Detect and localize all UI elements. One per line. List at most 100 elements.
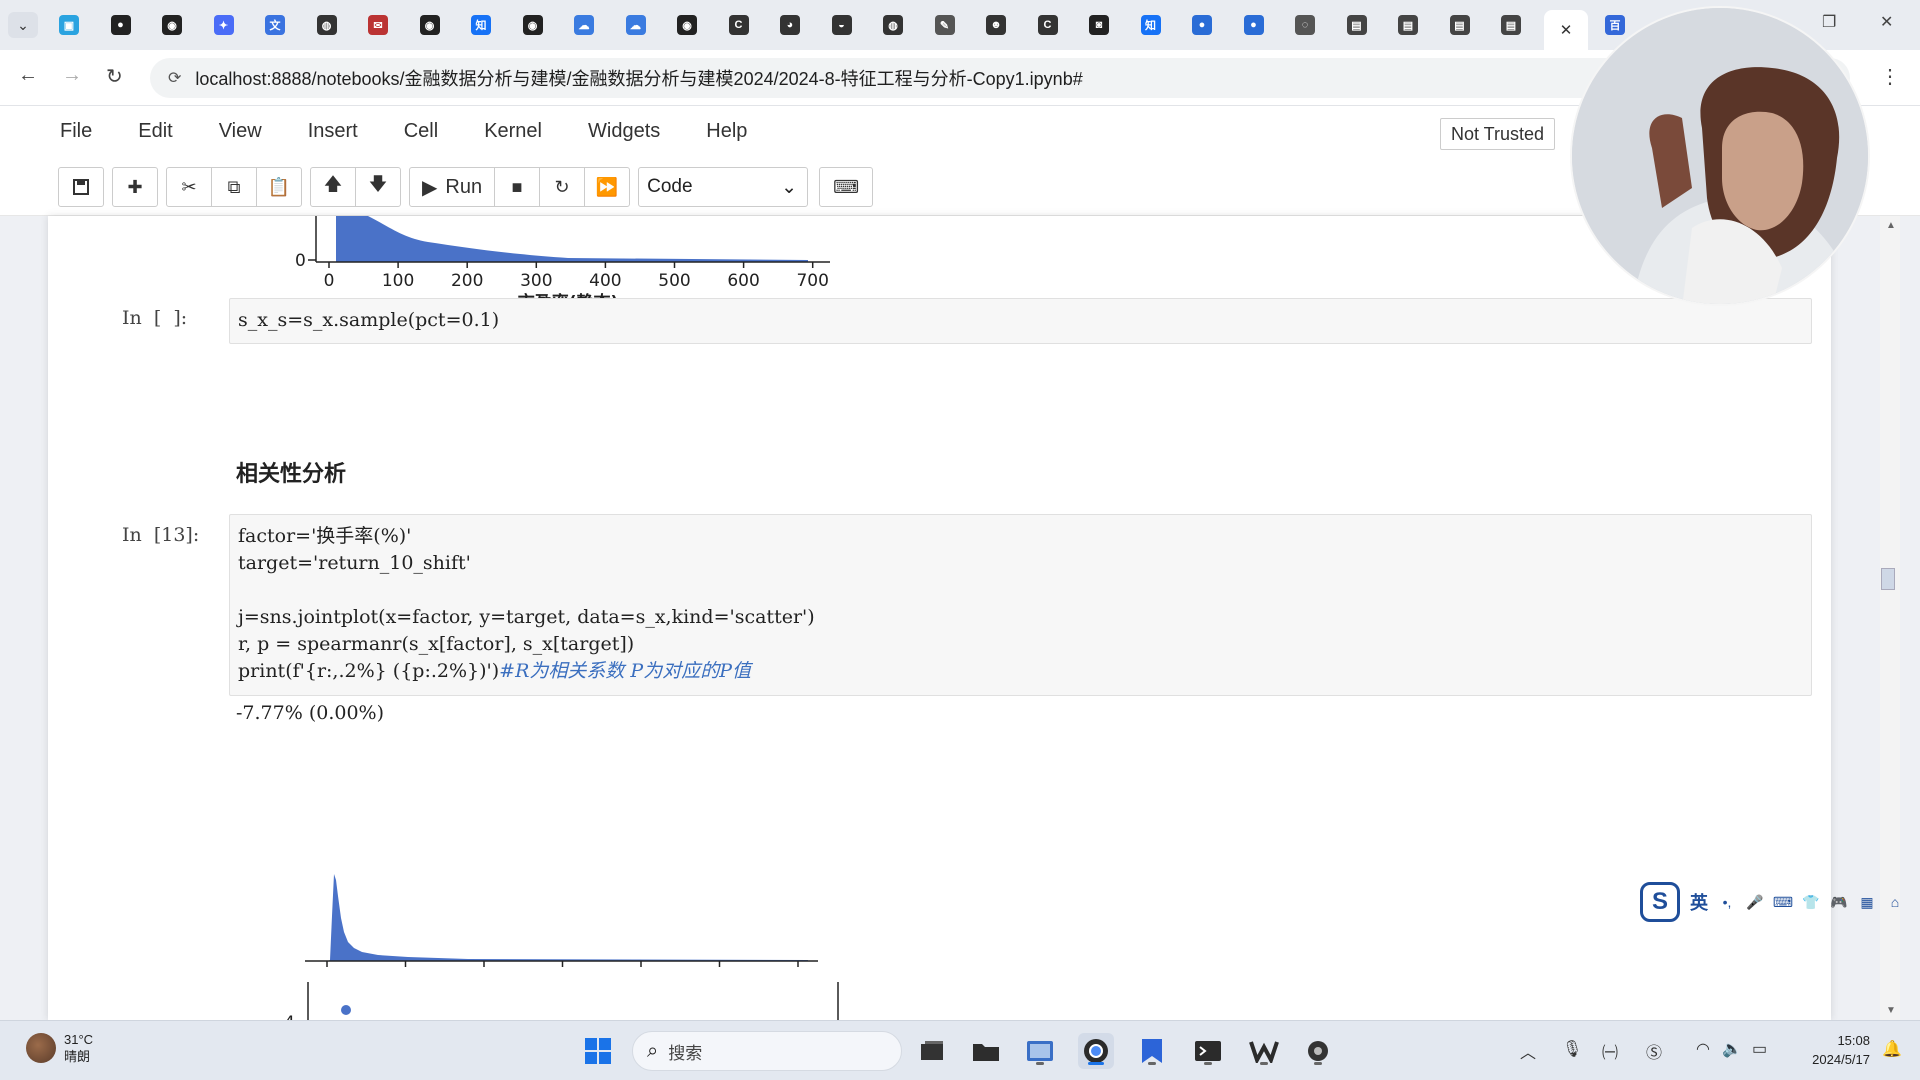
chrome-app-button[interactable] <box>1078 1033 1114 1069</box>
browser-tab[interactable]: ☁ <box>569 10 599 40</box>
code-cell-correlation[interactable]: factor='换手率(%)' target='return_10_shift'… <box>229 514 1812 696</box>
browser-tab[interactable]: C <box>724 10 754 40</box>
command-palette-button[interactable]: ⌨ <box>819 167 874 207</box>
interrupt-button[interactable]: ■ <box>494 167 541 207</box>
browser-tab[interactable]: ✎ <box>930 10 960 40</box>
menu-file[interactable]: File <box>60 120 92 143</box>
scroll-down-icon[interactable]: ▼ <box>1886 1005 1896 1016</box>
browser-tab[interactable]: ● <box>1187 10 1217 40</box>
browser-tab[interactable]: ◍ <box>312 10 342 40</box>
browser-tab[interactable]: ● <box>106 10 136 40</box>
volume-icon[interactable]: 🔈 <box>1722 1039 1742 1059</box>
paste-button[interactable]: 📋 <box>256 167 302 207</box>
weather-widget[interactable]: 31°C 晴朗 <box>26 1031 93 1065</box>
wps-app-button[interactable] <box>1246 1033 1282 1069</box>
code-cell-sample[interactable]: s_x_s=s_x.sample(pct=0.1) <box>229 298 1812 344</box>
photos-app-button[interactable] <box>1022 1033 1058 1069</box>
wifi-icon[interactable]: ◠ <box>1696 1039 1710 1059</box>
feishu-app-button[interactable] <box>1134 1033 1170 1069</box>
browser-tab[interactable]: 知 <box>1136 10 1166 40</box>
browser-tab[interactable]: ◉ <box>415 10 445 40</box>
scroll-up-icon[interactable]: ▲ <box>1886 220 1896 231</box>
file-explorer-button[interactable] <box>968 1033 1004 1069</box>
close-tab-icon[interactable]: ✕ <box>1560 21 1573 39</box>
menu-insert[interactable]: Insert <box>308 120 358 143</box>
browser-tab[interactable]: ◙ <box>1084 10 1114 40</box>
site-info-icon[interactable]: ⟳ <box>168 68 181 88</box>
microphone-tray-icon[interactable]: 🎙 <box>1562 1039 1582 1059</box>
restore-window-icon[interactable]: ❐ <box>1822 12 1836 32</box>
tab-list-dropdown[interactable]: ⌄ <box>8 12 38 38</box>
browser-tab[interactable]: ◒ <box>827 10 857 40</box>
settings-icon[interactable]: ⌂ <box>1886 893 1904 911</box>
browser-tab[interactable]: 知 <box>466 10 496 40</box>
menu-cell[interactable]: Cell <box>404 120 438 143</box>
skin-icon[interactable]: 👕 <box>1802 893 1820 911</box>
ime-tray-icon[interactable]: ㈠ <box>1602 1039 1618 1063</box>
browser-tab[interactable]: ◕ <box>775 10 805 40</box>
sogou-tray-icon[interactable]: Ⓢ <box>1646 1039 1662 1063</box>
game-icon[interactable]: 🎮 <box>1830 893 1848 911</box>
move-down-button[interactable]: 🡇 <box>355 167 401 207</box>
browser-tab[interactable]: ▤ <box>1393 10 1423 40</box>
browser-menu-icon[interactable]: ⋮ <box>1880 64 1900 89</box>
move-up-button[interactable]: 🡅 <box>310 167 356 207</box>
microphone-icon[interactable]: 🎤 <box>1746 893 1764 911</box>
menu-view[interactable]: View <box>219 120 262 143</box>
browser-tab[interactable]: ◉ <box>672 10 702 40</box>
restart-button[interactable]: ↻ <box>539 167 586 207</box>
browser-tab[interactable]: ◌ <box>1290 10 1320 40</box>
run-button[interactable]: ▶ Run <box>409 167 496 207</box>
cut-button[interactable]: ✂ <box>166 167 212 207</box>
menu-edit[interactable]: Edit <box>138 120 172 143</box>
keyboard-icon[interactable]: ⌨ <box>1773 893 1793 911</box>
ime-mode[interactable]: 英 <box>1690 889 1708 915</box>
restart-run-all-button[interactable]: ⏩ <box>584 167 631 207</box>
obs-app-button[interactable] <box>1300 1033 1336 1069</box>
browser-tab[interactable]: ◉ <box>157 10 187 40</box>
menu-kernel[interactable]: Kernel <box>484 120 542 143</box>
cell-prompt: In [13]: <box>122 524 200 546</box>
copy-button[interactable]: ⧉ <box>211 167 257 207</box>
browser-tab[interactable]: ▤ <box>1496 10 1526 40</box>
show-hidden-icons-icon[interactable]: ︿ <box>1520 1039 1536 1063</box>
scrollbar-thumb[interactable] <box>1881 568 1895 590</box>
browser-tab[interactable]: ☻ <box>981 10 1011 40</box>
browser-tab[interactable]: ● <box>1239 10 1269 40</box>
browser-tab[interactable]: ☁ <box>621 10 651 40</box>
browser-tab[interactable]: ▣ <box>54 10 84 40</box>
active-tab[interactable]: ✕ <box>1544 10 1588 50</box>
punctuation-icon[interactable]: •, <box>1718 893 1736 911</box>
browser-tab[interactable]: ▤ <box>1445 10 1475 40</box>
browser-tab[interactable]: ◍ <box>878 10 908 40</box>
tab-baidu[interactable]: 百 <box>1600 10 1630 40</box>
baidu-icon: 百 <box>1605 15 1625 35</box>
browser-tab[interactable]: ✦ <box>209 10 239 40</box>
start-button[interactable] <box>580 1033 616 1069</box>
save-button[interactable] <box>58 167 104 207</box>
reload-icon[interactable]: ↻ <box>106 64 123 89</box>
temperature: 31°C <box>64 1032 94 1047</box>
insert-cell-button[interactable]: ✚ <box>112 167 158 207</box>
browser-tab[interactable]: ▤ <box>1342 10 1372 40</box>
forward-icon[interactable]: → <box>62 64 82 87</box>
task-view-button[interactable] <box>914 1033 950 1069</box>
browser-tab[interactable]: ◉ <box>518 10 548 40</box>
notification-icon[interactable]: 🔔 <box>1882 1039 1902 1059</box>
back-icon[interactable]: ← <box>18 64 38 87</box>
browser-tab[interactable]: C <box>1033 10 1063 40</box>
terminal-app-button[interactable] <box>1190 1033 1226 1069</box>
cell-type-select[interactable]: Code ⌄ <box>638 167 809 207</box>
menu-widgets[interactable]: Widgets <box>588 120 660 143</box>
c-letter-icon: C <box>728 15 749 35</box>
browser-tab[interactable]: ✉ <box>363 10 393 40</box>
sogou-logo-icon[interactable]: S <box>1640 882 1680 922</box>
menu-help[interactable]: Help <box>706 120 747 143</box>
close-window-icon[interactable]: ✕ <box>1880 12 1893 32</box>
browser-tab[interactable]: 文 <box>260 10 290 40</box>
apps-grid-icon[interactable]: ▦ <box>1858 893 1876 911</box>
battery-icon[interactable]: ▭ <box>1752 1039 1767 1059</box>
trust-status-button[interactable]: Not Trusted <box>1440 118 1556 150</box>
taskbar-search[interactable]: ⌕ 搜索 <box>632 1031 902 1071</box>
system-clock[interactable]: 15:08 2024/5/17 <box>1790 1031 1870 1069</box>
